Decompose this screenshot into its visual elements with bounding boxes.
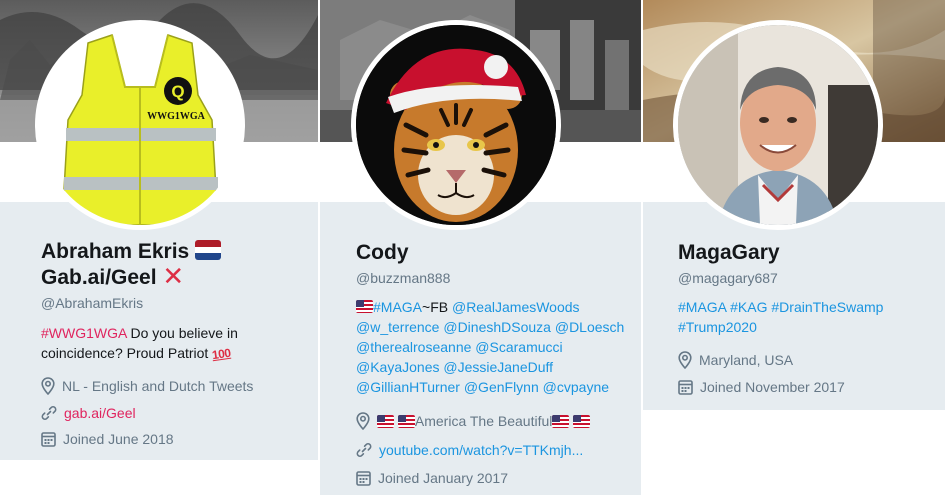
- calendar-icon: [356, 471, 371, 486]
- bio-mention[interactable]: @cvpayne: [543, 379, 609, 395]
- profile-avatar[interactable]: [673, 20, 883, 230]
- profile-handle[interactable]: @buzzman888: [356, 270, 633, 286]
- us-flag-icon: [573, 414, 591, 428]
- us-flag-icon: [397, 414, 415, 428]
- netherlands-flag-icon: [195, 240, 222, 260]
- profile-card-cody: Cody @buzzman888 #MAGA~FB @RealJamesWood…: [320, 0, 641, 495]
- location-text: Maryland, USA: [699, 352, 794, 368]
- profile-name[interactable]: MagaGary: [678, 240, 937, 266]
- profile-card-magagary: MagaGary @magagary687 #MAGA #KAG #DrainT…: [643, 0, 945, 410]
- us-flag-icon: [377, 414, 394, 428]
- bio-hashtag[interactable]: #DrainTheSwamp: [771, 299, 883, 315]
- profile-bio: #WWG1WGA Do you believe in coincidence? …: [41, 323, 318, 364]
- bio-hashtag[interactable]: #MAGA: [678, 299, 726, 315]
- profile-name-line1: Abraham Ekris: [41, 240, 190, 263]
- profile-name[interactable]: Abraham Ekris Gab.ai/Geel ✕: [41, 239, 318, 291]
- link-icon: [41, 406, 57, 420]
- us-flag-icon: [552, 414, 570, 428]
- location-text: America The Beautiful: [414, 413, 553, 429]
- joined-text: Joined June 2018: [63, 431, 174, 447]
- profile-joined: Joined January 2017: [356, 470, 633, 486]
- bio-hashtag[interactable]: #MAGA: [373, 299, 422, 315]
- bio-hashtag[interactable]: #Trump2020: [678, 319, 757, 335]
- bio-mention[interactable]: @KayaJones: [356, 359, 439, 375]
- red-x-icon: ✕: [162, 261, 185, 291]
- vest-slogan: WWG1WGA: [147, 111, 206, 122]
- profile-website[interactable]: gab.ai/Geel: [41, 405, 318, 421]
- bio-hashtag[interactable]: #KAG: [730, 299, 767, 315]
- location-pin-icon: [678, 351, 692, 369]
- bio-mention[interactable]: @therealroseanne: [356, 339, 471, 355]
- bio-mention[interactable]: @GillianHTurner: [356, 379, 460, 395]
- us-flag-icon: [356, 300, 373, 313]
- calendar-icon: [678, 380, 693, 395]
- bio-hashtag[interactable]: #WWG1WGA: [41, 325, 127, 341]
- profile-handle[interactable]: @AbrahamEkris: [41, 295, 318, 311]
- location-pin-icon: [41, 377, 55, 395]
- calendar-icon: [41, 432, 56, 447]
- bio-mention[interactable]: @Scaramucci: [475, 339, 562, 355]
- bio-mention[interactable]: @DLoesch: [555, 319, 624, 335]
- profile-avatar[interactable]: [351, 20, 561, 230]
- hundred-points-icon: 100: [211, 345, 232, 363]
- bio-mention[interactable]: @JessieJaneDuff: [443, 359, 553, 375]
- website-link[interactable]: gab.ai/Geel: [64, 405, 136, 421]
- profile-name-line2: Gab.ai/Geel: [41, 266, 157, 289]
- profile-name[interactable]: Cody: [356, 240, 633, 266]
- profile-card-abraham-ekris: Q WWG1WGA Abraham Ekris Gab.ai/Geel ✕ @A…: [0, 0, 318, 460]
- bio-mention[interactable]: @DineshDSouza: [443, 319, 551, 335]
- profile-joined: Joined June 2018: [41, 431, 318, 447]
- joined-text: Joined January 2017: [378, 470, 508, 486]
- profile-handle[interactable]: @magagary687: [678, 270, 937, 286]
- profile-website[interactable]: youtube.com/watch?v=TTKmjh...: [356, 442, 633, 458]
- profile-bio: #MAGA #KAG #DrainTheSwamp #Trump2020: [678, 297, 937, 337]
- location-text: NL - English and Dutch Tweets: [62, 378, 254, 394]
- bio-mention[interactable]: @RealJamesWoods: [452, 299, 580, 315]
- joined-text: Joined November 2017: [700, 379, 845, 395]
- link-icon: [356, 443, 372, 457]
- bio-text: coincidence? Proud Patriot: [41, 345, 213, 361]
- bio-text: ~FB: [422, 299, 452, 315]
- profile-location: America The Beautiful: [356, 412, 633, 430]
- bio-text: Do you believe in: [126, 325, 238, 341]
- profile-location: Maryland, USA: [678, 351, 937, 369]
- profile-bio: #MAGA~FB @RealJamesWoods @w_terrence @Di…: [356, 297, 633, 397]
- profile-joined: Joined November 2017: [678, 379, 937, 395]
- bio-mention[interactable]: @w_terrence: [356, 319, 439, 335]
- profile-avatar[interactable]: Q WWG1WGA: [35, 20, 245, 230]
- bio-mention[interactable]: @GenFlynn: [464, 379, 539, 395]
- vest-q-letter: Q: [171, 82, 184, 101]
- location-pin-icon: [356, 412, 370, 430]
- profile-location: NL - English and Dutch Tweets: [41, 377, 318, 395]
- website-link[interactable]: youtube.com/watch?v=TTKmjh...: [379, 442, 583, 458]
